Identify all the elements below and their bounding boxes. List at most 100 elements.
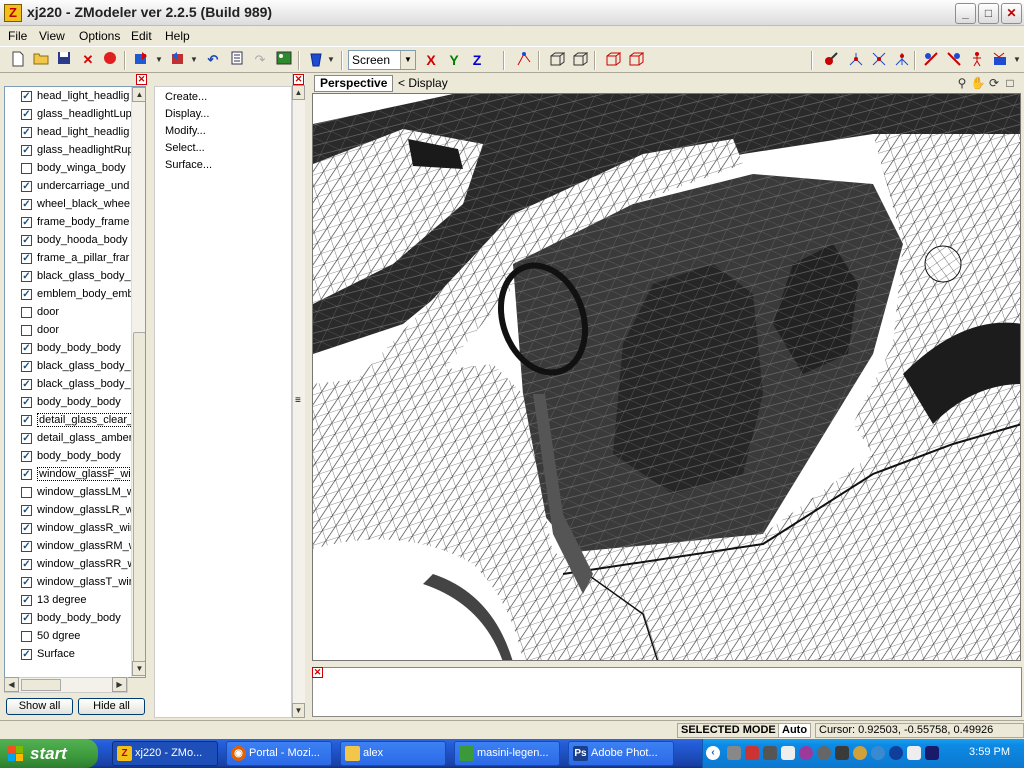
visibility-checkbox[interactable]: ✓ xyxy=(21,613,32,624)
object-list-item[interactable]: 50 dgree xyxy=(5,628,131,646)
object-list-item[interactable]: body_winga_body xyxy=(5,160,131,178)
visibility-checkbox[interactable]: ✓ xyxy=(21,559,32,570)
visibility-checkbox[interactable] xyxy=(21,307,32,318)
list-scroll-thumb[interactable] xyxy=(133,332,145,662)
coordinate-space-select[interactable]: Screen ▼ xyxy=(348,50,416,70)
tray-monitor-icon[interactable] xyxy=(835,746,849,760)
object-list-item[interactable]: ✓ detail_glass_clear_ xyxy=(5,412,131,430)
close-icon[interactable]: ✕ xyxy=(312,667,323,678)
visibility-checkbox[interactable]: ✓ xyxy=(21,469,32,480)
scroll-down-icon[interactable]: ▼ xyxy=(292,703,305,718)
tool-a-icon[interactable] xyxy=(922,51,940,69)
list-horizontal-scrollbar[interactable]: ◀ ▶ xyxy=(4,677,128,693)
visibility-checkbox[interactable]: ✓ xyxy=(21,91,32,102)
menu-file[interactable]: File xyxy=(8,29,27,43)
modify-command[interactable]: Modify... xyxy=(165,125,206,137)
clock[interactable]: 3:59 PM xyxy=(969,746,1010,758)
visibility-checkbox[interactable]: ✓ xyxy=(21,361,32,372)
object-list-item[interactable]: ✓ glass_headlightRup xyxy=(5,142,131,160)
cube-red-icon[interactable] xyxy=(604,51,622,69)
visibility-checkbox[interactable]: ✓ xyxy=(21,379,32,390)
show-all-button[interactable]: Show all xyxy=(6,698,73,715)
object-list-item[interactable]: ✓ head_light_headlig xyxy=(5,124,131,142)
paint-icon[interactable] xyxy=(822,51,840,69)
tray-update-icon[interactable] xyxy=(889,746,903,760)
cross-vertex-icon[interactable] xyxy=(870,51,888,69)
object-list-item[interactable]: ✓ body_body_body xyxy=(5,394,131,412)
splitter-grip-icon[interactable]: ≡ xyxy=(295,395,301,406)
3d-viewport[interactable] xyxy=(312,93,1021,661)
zoom-icon[interactable]: ⚲ xyxy=(954,76,970,91)
object-list-item[interactable]: ✓ window_glassT_wir xyxy=(5,574,131,592)
object-list-item[interactable]: ✓ frame_body_frame xyxy=(5,214,131,232)
save-icon[interactable] xyxy=(55,51,73,69)
tray-network-icon[interactable] xyxy=(727,746,741,760)
visibility-checkbox[interactable]: ✓ xyxy=(21,523,32,534)
menu-help[interactable]: Help xyxy=(165,29,190,43)
object-list-item[interactable]: ✓ window_glassRM_w xyxy=(5,538,131,556)
visibility-checkbox[interactable] xyxy=(21,487,32,498)
display-command[interactable]: Display... xyxy=(165,108,209,120)
object-list-item[interactable]: ✓ head_light_headlig xyxy=(5,88,131,106)
visibility-checkbox[interactable]: ✓ xyxy=(21,181,32,192)
command-scrollbar[interactable]: ▲ ≡ ▼ xyxy=(292,73,305,718)
task-photoshop[interactable]: Ps Adobe Phot... xyxy=(568,741,674,766)
split-vertex-icon[interactable] xyxy=(893,51,911,69)
texture-dropdown-icon[interactable]: ▼ xyxy=(1008,51,1024,69)
surface-command[interactable]: Surface... xyxy=(165,159,212,171)
visibility-checkbox[interactable]: ✓ xyxy=(21,577,32,588)
visibility-checkbox[interactable]: ✓ xyxy=(21,109,32,120)
bucket-dropdown-icon[interactable]: ▼ xyxy=(322,51,340,69)
visibility-checkbox[interactable] xyxy=(21,631,32,642)
visibility-checkbox[interactable]: ✓ xyxy=(21,451,32,462)
axis-z-button[interactable]: Z xyxy=(467,50,487,70)
texture-icon[interactable] xyxy=(991,51,1009,69)
visibility-checkbox[interactable]: ✓ xyxy=(21,235,32,246)
vertex-select-icon[interactable] xyxy=(515,51,533,69)
figure-icon[interactable] xyxy=(968,51,986,69)
image-icon[interactable] xyxy=(275,51,293,69)
tray-disc-icon[interactable] xyxy=(817,746,831,760)
visibility-checkbox[interactable]: ✓ xyxy=(21,433,32,444)
object-list-item[interactable]: ✓ window_glassLR_w xyxy=(5,502,131,520)
object-list-item[interactable]: ✓ window_glassRR_w xyxy=(5,556,131,574)
tray-display-icon[interactable] xyxy=(925,746,939,760)
maximize-viewport-icon[interactable]: □ xyxy=(1002,76,1018,91)
tray-app-icon[interactable] xyxy=(763,746,777,760)
task-image-viewer[interactable]: masini-legen... xyxy=(454,741,560,766)
tray-speaker-icon[interactable] xyxy=(853,746,867,760)
visibility-checkbox[interactable]: ✓ xyxy=(21,217,32,228)
h-scroll-thumb[interactable] xyxy=(21,679,61,691)
tray-media-icon[interactable] xyxy=(799,746,813,760)
zmodeler-app-icon[interactable]: Z xyxy=(4,4,22,22)
task-folder[interactable]: alex xyxy=(340,741,446,766)
display-toggle[interactable]: < Display xyxy=(398,76,448,90)
axis-x-button[interactable]: X xyxy=(421,50,441,70)
visibility-checkbox[interactable]: ✓ xyxy=(21,271,32,282)
cube-red-select-icon[interactable] xyxy=(627,51,645,69)
axis-y-button[interactable]: Y xyxy=(444,50,464,70)
move-vertex-icon[interactable] xyxy=(847,51,865,69)
undo-icon[interactable]: ↶ xyxy=(204,51,222,69)
record-icon[interactable] xyxy=(101,51,119,69)
delete-icon[interactable]: ✕ xyxy=(79,51,97,69)
pan-hand-icon[interactable]: ✋ xyxy=(970,76,986,91)
task-firefox[interactable]: ◉ Portal - Mozi... xyxy=(226,741,332,766)
visibility-checkbox[interactable]: ✓ xyxy=(21,343,32,354)
hide-all-button[interactable]: Hide all xyxy=(78,698,145,715)
scroll-up-icon[interactable]: ▲ xyxy=(292,85,305,100)
object-list-item[interactable]: window_glassLM_w xyxy=(5,484,131,502)
object-list-item[interactable]: ✓ emblem_body_emb xyxy=(5,286,131,304)
menu-view[interactable]: View xyxy=(39,29,65,43)
object-list-item[interactable]: ✓ body_body_body xyxy=(5,448,131,466)
object-list-item[interactable]: door xyxy=(5,304,131,322)
object-list-item[interactable]: ✓ frame_a_pillar_frar xyxy=(5,250,131,268)
create-command[interactable]: Create... xyxy=(165,91,207,103)
export-icon[interactable] xyxy=(168,51,186,69)
menu-options[interactable]: Options xyxy=(79,29,120,43)
object-list-item[interactable]: ✓ Surface xyxy=(5,646,131,664)
visibility-checkbox[interactable]: ✓ xyxy=(21,289,32,300)
object-list-item[interactable]: ✓ body_hooda_body xyxy=(5,232,131,250)
visibility-checkbox[interactable]: ✓ xyxy=(21,541,32,552)
import-icon[interactable] xyxy=(133,51,151,69)
